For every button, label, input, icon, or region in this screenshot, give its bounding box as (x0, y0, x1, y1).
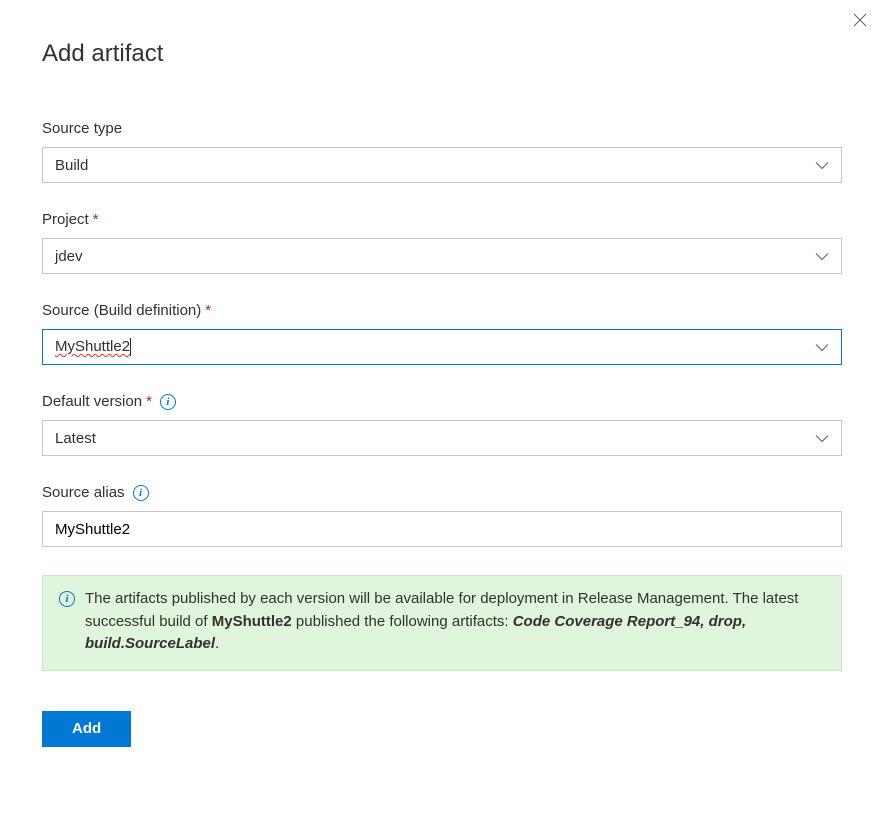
info-icon[interactable]: i (133, 485, 149, 501)
panel-title: Add artifact (42, 40, 842, 68)
info-message-text: The artifacts published by each version … (85, 588, 825, 656)
chevron-down-icon (815, 339, 829, 356)
source-type-label: Source type (42, 120, 842, 137)
chevron-down-icon (815, 430, 829, 447)
project-select[interactable]: jdev (42, 238, 842, 274)
text-cursor (130, 338, 131, 356)
default-version-label: Default version * i (42, 393, 842, 410)
info-icon[interactable]: i (160, 394, 176, 410)
source-type-group: Source type Build (42, 120, 842, 183)
info-icon: i (59, 591, 75, 607)
source-build-def-group: Source (Build definition) * MyShuttle2 (42, 302, 842, 365)
required-indicator: * (205, 302, 211, 319)
required-indicator: * (146, 393, 152, 410)
close-button[interactable] (848, 8, 872, 32)
chevron-down-icon (815, 248, 829, 265)
project-group: Project * jdev (42, 211, 842, 274)
required-indicator: * (93, 211, 99, 228)
chevron-down-icon (815, 157, 829, 174)
add-artifact-panel: Add artifact Source type Build Project *… (0, 0, 884, 787)
info-message: i The artifacts published by each versio… (42, 575, 842, 671)
project-label: Project * (42, 211, 842, 228)
source-alias-group: Source alias i (42, 484, 842, 547)
default-version-select[interactable]: Latest (42, 420, 842, 456)
add-button[interactable]: Add (42, 711, 131, 747)
default-version-group: Default version * i Latest (42, 393, 842, 456)
source-type-select[interactable]: Build (42, 147, 842, 183)
source-alias-label: Source alias i (42, 484, 842, 501)
source-alias-input[interactable] (42, 511, 842, 547)
close-icon (852, 12, 868, 28)
source-build-def-label: Source (Build definition) * (42, 302, 842, 319)
source-build-def-select[interactable]: MyShuttle2 (42, 329, 842, 365)
